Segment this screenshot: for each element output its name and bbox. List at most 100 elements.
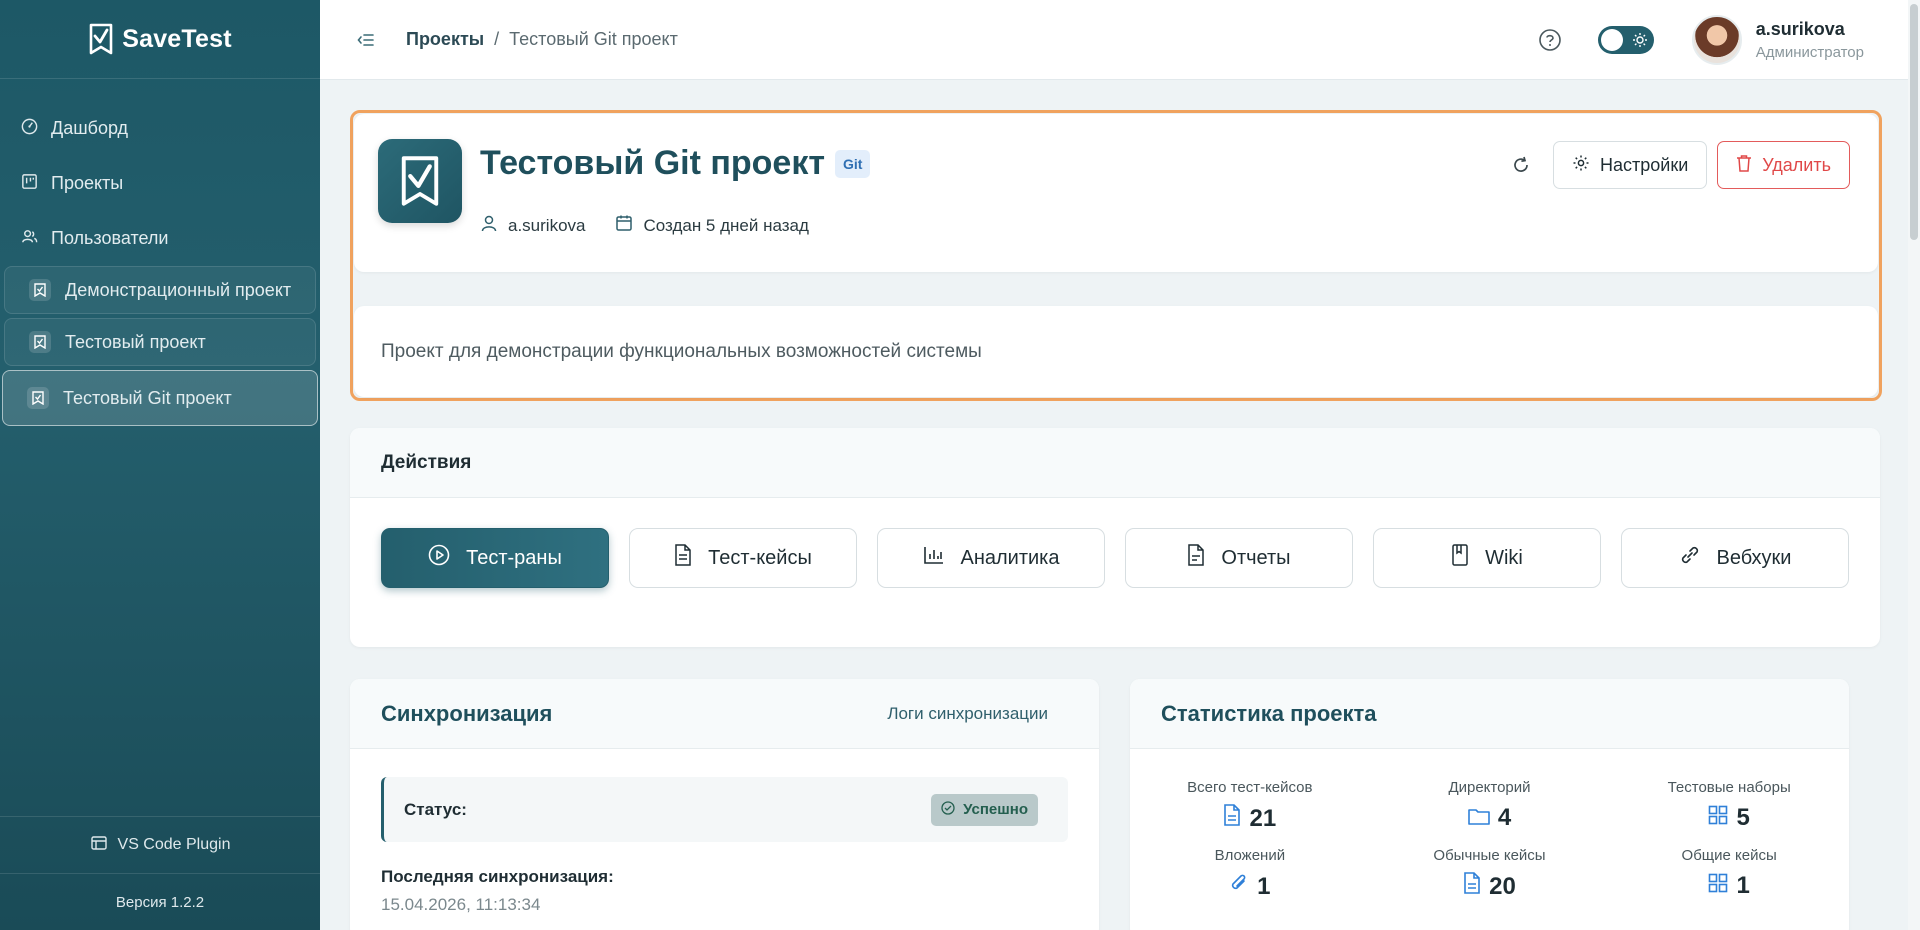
- refresh-icon[interactable]: [1503, 147, 1539, 183]
- avatar[interactable]: [1691, 14, 1742, 65]
- toggle-knob: [1600, 28, 1623, 51]
- grid-icon: [1708, 804, 1728, 832]
- tile-label: Wiki: [1485, 546, 1523, 569]
- sync-title: Синхронизация: [381, 700, 553, 726]
- breadcrumb: Проекты / Тестовый Git проект: [406, 29, 678, 50]
- stat-value-wrap: 20: [1463, 872, 1516, 901]
- breadcrumb-separator: /: [494, 29, 500, 49]
- stat-value-wrap: 1: [1229, 872, 1271, 901]
- calendar-icon: [615, 214, 633, 237]
- reports-button[interactable]: Отчеты: [1125, 528, 1353, 588]
- stat-directories: Директорий 4: [1370, 779, 1610, 833]
- sidebar-project-git-active[interactable]: Тестовый Git проект: [2, 370, 318, 426]
- stat-label: Директорий: [1448, 779, 1531, 796]
- project-owner: a.surikova: [480, 214, 585, 237]
- sidebar-item-label: Проекты: [51, 173, 124, 193]
- stat-attachments: Вложений 1: [1130, 847, 1370, 901]
- user-role: Администратор: [1755, 43, 1864, 61]
- projects-icon: [20, 172, 39, 196]
- document-icon: [674, 544, 692, 572]
- sidebar-project-label: Демонстрационный проект: [65, 279, 292, 300]
- plugin-icon: [90, 834, 108, 857]
- breadcrumb-projects[interactable]: Проекты: [406, 29, 484, 50]
- project-actions: Настройки Удалить: [1503, 141, 1850, 189]
- status-value: Успешно: [963, 801, 1028, 818]
- test-cases-button[interactable]: Тест-кейсы: [629, 528, 857, 588]
- sync-card: Синхронизация Логи синхронизации Статус:…: [350, 679, 1099, 930]
- owner-name: a.surikova: [508, 215, 586, 235]
- test-runs-button[interactable]: Тест-раны: [381, 528, 609, 588]
- user-icon: [480, 214, 498, 237]
- webhooks-button[interactable]: Вебхуки: [1621, 528, 1849, 588]
- check-circle-icon: [941, 800, 955, 819]
- sidebar-project-label: Тестовый Git проект: [63, 387, 232, 408]
- project-header-card: Тестовый Git проект Git a.surikova Созда…: [354, 114, 1878, 272]
- project-description: Проект для демонстрации функциональных в…: [354, 306, 1878, 397]
- analytics-button[interactable]: Аналитика: [877, 528, 1105, 588]
- project-meta: a.surikova Создан 5 дней назад: [480, 214, 809, 237]
- delete-button[interactable]: Удалить: [1717, 141, 1850, 189]
- sidebar-project-test[interactable]: Тестовый проект: [4, 318, 316, 366]
- tile-label: Отчеты: [1221, 546, 1291, 569]
- topbar: Проекты / Тестовый Git проект a.surikova…: [320, 0, 1908, 80]
- sidebar: SaveTest Дашборд Проекты Пользователи Де…: [0, 0, 320, 930]
- bar-chart-icon: [923, 545, 945, 571]
- wiki-button[interactable]: Wiki: [1373, 528, 1601, 588]
- menu-collapse-icon[interactable]: [356, 30, 376, 50]
- stat-label: Тестовые наборы: [1667, 779, 1791, 796]
- project-bookmark-icon: [29, 331, 51, 353]
- trash-icon: [1736, 154, 1752, 177]
- user-info[interactable]: a.surikova Администратор: [1756, 19, 1864, 61]
- settings-button[interactable]: Настройки: [1553, 141, 1708, 189]
- stat-total-cases: Всего тест-кейсов 21: [1130, 779, 1370, 833]
- tile-label: Тест-раны: [466, 546, 562, 569]
- sync-header: Синхронизация Логи синхронизации: [350, 679, 1099, 749]
- stat-value: 21: [1249, 804, 1277, 832]
- stat-shared-cases: Общие кейсы 1: [1609, 847, 1849, 901]
- last-sync-value: 15.04.2026, 11:13:34: [381, 895, 541, 914]
- stat-label: Вложений: [1214, 847, 1286, 864]
- grid-icon: [1708, 872, 1728, 900]
- status-label: Статус:: [404, 799, 467, 819]
- sidebar-item-users[interactable]: Пользователи: [0, 211, 320, 266]
- sidebar-item-label: Дашборд: [51, 118, 129, 138]
- vscode-plugin-link[interactable]: VS Code Plugin: [0, 816, 320, 873]
- paperclip-icon: [1229, 872, 1249, 901]
- sidebar-item-dashboard[interactable]: Дашборд: [0, 101, 320, 156]
- theme-toggle[interactable]: [1597, 25, 1654, 54]
- stats-title: Статистика проекта: [1161, 700, 1377, 726]
- last-sync-label: Последняя синхронизация:: [381, 867, 614, 886]
- gear-icon: [1572, 154, 1590, 177]
- project-created: Создан 5 дней назад: [615, 214, 809, 237]
- stat-value: 5: [1736, 804, 1750, 831]
- stat-label: Обычные кейсы: [1433, 847, 1546, 864]
- sidebar-project-demo[interactable]: Демонстрационный проект: [4, 266, 316, 314]
- status-badge: Успешно: [931, 793, 1038, 826]
- sync-logs-link[interactable]: Логи синхронизации: [887, 704, 1048, 724]
- stat-value-wrap: 21: [1223, 804, 1276, 833]
- sun-icon: [1632, 32, 1648, 53]
- scrollbar-thumb[interactable]: [1910, 4, 1918, 240]
- sidebar-nav: Дашборд Проекты Пользователи Демонстраци…: [0, 79, 320, 426]
- stats-header: Статистика проекта: [1130, 679, 1849, 749]
- sidebar-item-label: Пользователи: [51, 228, 169, 248]
- stat-value: 1: [1736, 872, 1750, 899]
- delete-label: Удалить: [1762, 154, 1831, 175]
- help-icon[interactable]: [1538, 28, 1562, 52]
- book-icon: [1451, 544, 1469, 572]
- logo[interactable]: SaveTest: [0, 0, 320, 79]
- sidebar-item-projects[interactable]: Проекты: [0, 156, 320, 211]
- stat-regular-cases: Обычные кейсы 20: [1370, 847, 1610, 901]
- git-badge: Git: [835, 149, 871, 178]
- page-scrollbar[interactable]: [1908, 0, 1920, 930]
- stat-value-wrap: 5: [1708, 804, 1750, 832]
- play-icon: [428, 544, 450, 572]
- actions-title: Действия: [350, 428, 1880, 498]
- stat-value: 1: [1257, 872, 1271, 900]
- user-name: a.surikova: [1755, 18, 1845, 39]
- project-bookmark-icon: [27, 387, 49, 409]
- created-text: Создан 5 дней назад: [643, 215, 809, 235]
- plugin-label: VS Code Plugin: [117, 836, 231, 853]
- brand-name: SaveTest: [122, 24, 232, 53]
- savetest-logo-icon: [88, 22, 114, 56]
